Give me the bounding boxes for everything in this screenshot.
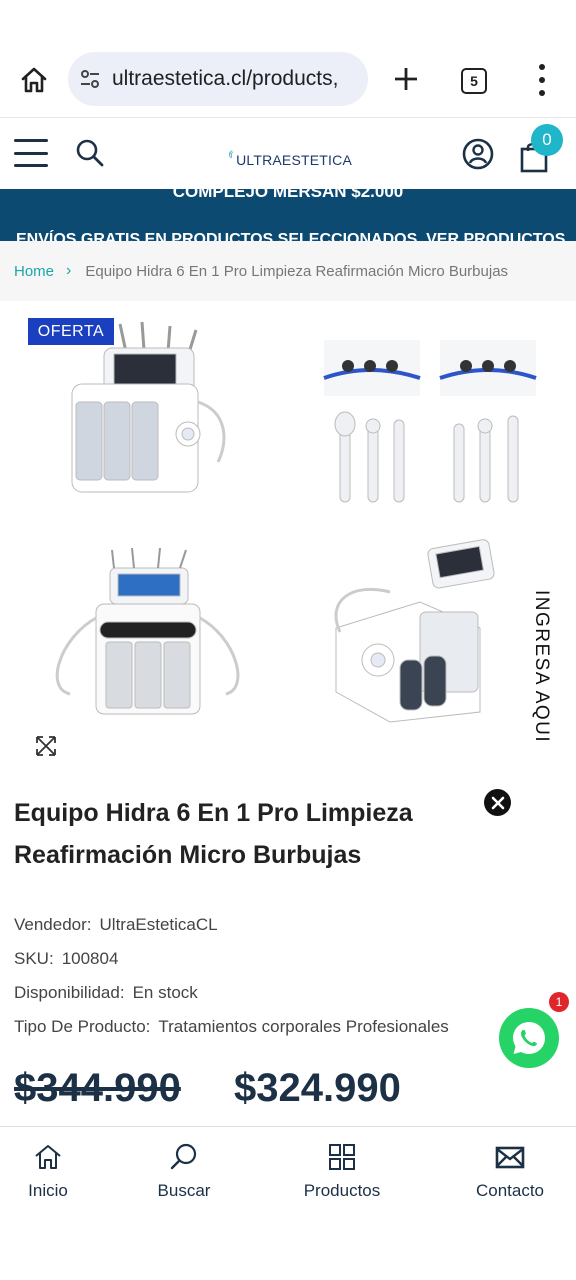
address-bar[interactable]: ultraestetica.cl/products, xyxy=(68,52,368,106)
site-settings-icon[interactable] xyxy=(78,67,102,91)
product-specs: Vendedor: UltraEsteticaCL SKU: 100804 Disp… xyxy=(14,908,574,1044)
close-icon[interactable] xyxy=(484,789,511,816)
product-image-1[interactable] xyxy=(58,322,238,507)
expand-icon[interactable] xyxy=(34,734,58,758)
chevron-right-icon: › xyxy=(66,262,72,279)
tab-switcher-button[interactable]: 5 xyxy=(461,68,487,94)
browser-home-button[interactable] xyxy=(16,62,52,98)
cart-count-badge: 0 xyxy=(531,124,563,156)
product-gallery: OFERTA xyxy=(0,302,576,772)
browser-toolbar: ultraestetica.cl/products, 5 xyxy=(0,40,576,118)
product-image-3[interactable] xyxy=(50,548,246,718)
site-logo[interactable]: ULTRAESTETICA xyxy=(228,133,352,175)
spec-value: 100804 xyxy=(61,949,119,968)
spec-label: SKU: xyxy=(14,949,54,968)
whatsapp-icon xyxy=(513,1022,545,1054)
vendor-link[interactable]: UltraEsteticaCL xyxy=(100,915,218,934)
side-tab[interactable]: INGRESA AQUI xyxy=(528,590,556,743)
side-tab-label[interactable]: INGRESA AQUI xyxy=(530,590,552,743)
nav-item-home[interactable]: Inicio xyxy=(0,1141,108,1201)
spec-value: En stock xyxy=(132,983,198,1002)
whatsapp-button[interactable] xyxy=(499,1008,559,1068)
hamburger-menu-icon[interactable] xyxy=(14,139,48,167)
spec-vendor: Vendedor: UltraEsteticaCL xyxy=(14,908,574,942)
search-icon xyxy=(170,1143,197,1170)
notification-badge: 1 xyxy=(549,992,569,1012)
logo-swoosh-icon xyxy=(229,150,234,159)
sale-badge: OFERTA xyxy=(28,318,114,345)
breadcrumb-current: Equipo Hidra 6 En 1 Pro Limpieza Reafirm… xyxy=(85,262,509,280)
nav-item-products[interactable]: Productos xyxy=(282,1141,402,1201)
nav-label: Buscar xyxy=(157,1181,211,1200)
spec-label: Disponibilidad: xyxy=(14,983,125,1002)
url-text[interactable]: ultraestetica.cl/products, xyxy=(112,67,338,91)
envelope-icon xyxy=(495,1146,525,1169)
home-icon xyxy=(35,1145,61,1169)
sale-price: $324.990 xyxy=(234,1066,401,1110)
product-type-link[interactable]: Tratamientos corporales Profesionales xyxy=(158,1017,448,1036)
grid-icon xyxy=(329,1144,355,1170)
nav-label: Productos xyxy=(303,1181,381,1200)
spec-type: Tipo De Producto: Tratamientos corporales… xyxy=(14,1010,574,1044)
nav-item-contact[interactable]: Contacto xyxy=(450,1141,570,1201)
spec-label: Tipo De Producto: xyxy=(14,1017,151,1036)
announcement-line-1: COMPLEJO MERSAN $2.000 xyxy=(172,189,404,201)
announcement-line-2[interactable]: ENVÍOS GRATIS EN PRODUCTOS SELECCIONADOS… xyxy=(16,231,565,241)
search-icon[interactable] xyxy=(74,137,106,169)
nav-item-search[interactable]: Buscar xyxy=(124,1141,244,1201)
compare-at-price: $344.990 xyxy=(14,1066,181,1110)
home-icon xyxy=(21,67,47,93)
spec-availability: Disponibilidad: En stock xyxy=(14,976,574,1010)
site-header: ULTRAESTETICA xyxy=(0,119,576,189)
product-title: Equipo Hidra 6 En 1 Pro Limpieza Reafirm… xyxy=(14,799,413,869)
browser-menu-icon[interactable] xyxy=(530,64,554,96)
announcement-bar[interactable]: COMPLEJO MERSAN $2.000 ENVÍOS GRATIS EN … xyxy=(0,189,576,241)
account-icon[interactable] xyxy=(461,137,495,171)
nav-label: Contacto xyxy=(475,1181,545,1200)
spec-label: Vendedor: xyxy=(14,915,92,934)
new-tab-icon[interactable] xyxy=(389,62,423,96)
product-image-2[interactable] xyxy=(320,338,540,510)
breadcrumb: Home › Equipo Hidra 6 En 1 Pro Limpieza … xyxy=(0,241,576,301)
breadcrumb-home-link[interactable]: Home xyxy=(14,263,54,280)
spec-sku: SKU: 100804 xyxy=(14,942,574,976)
product-image-4[interactable] xyxy=(330,532,526,728)
logo-text: ULTRAESTETICA xyxy=(236,152,352,168)
bottom-navigation: Inicio Buscar Productos Contacto xyxy=(0,1126,576,1212)
nav-label: Inicio xyxy=(28,1181,68,1200)
